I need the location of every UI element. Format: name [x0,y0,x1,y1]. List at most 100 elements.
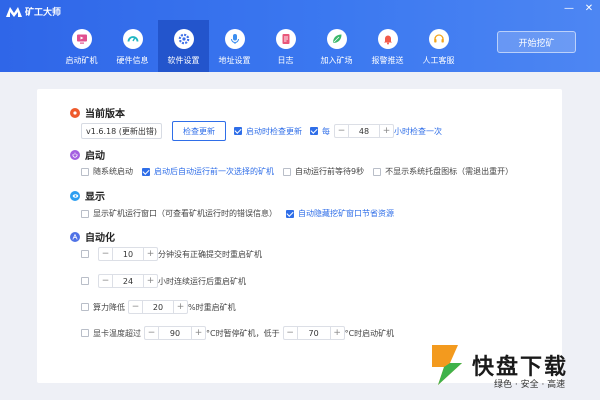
interval-check-checkbox[interactable] [310,127,318,135]
check-interval-stepper[interactable]: − 48 + [334,124,394,138]
start-mining-button[interactable]: 开始挖矿 [497,31,576,53]
watermark: 快盘下载 绿色 · 安全 · 高速 [428,343,600,400]
settings-panel: 当前版本 v1.6.18 (更新出错) 检查更新 启动时检查更新 每 − 48 … [37,89,562,383]
leaf-icon [332,34,341,43]
runtime-hours-stepper[interactable]: − 24 + [98,274,158,288]
app-logo-icon [6,6,22,17]
version-section-icon [70,107,80,118]
autostart-label: 随系统启动 [93,167,133,176]
section-automation-header: 自动化 [70,229,115,244]
increment-button[interactable]: + [379,125,393,137]
nav-software-settings[interactable]: 软件设置 [158,20,209,72]
auto-hide-window-checkbox[interactable] [286,209,294,218]
nav-log[interactable]: 日志 [260,20,311,72]
nav-customer-service[interactable]: 人工客服 [413,20,464,72]
watermark-logo-icon [432,345,462,385]
main-nav: 启动矿机 硬件信息 软件设置 地址设置 日志 加入矿场 报警推送 人工客服 [56,20,464,72]
interval-suffix-label: 小时检查一次 [394,126,442,136]
auto-temperature-row: 显卡温度超过 − 90 + °C时暂停矿机，低于 − 70 + °C时启动矿机 [81,326,394,340]
section-title: 显示 [85,192,105,203]
hashrate-suffix-label: %时重启矿机 [188,302,236,312]
hashrate-prefix-label: 算力降低 [93,302,125,312]
section-title: 当前版本 [85,109,125,120]
bolt-icon [73,110,77,115]
nav-start-miner[interactable]: 启动矿机 [56,20,107,72]
runtime-hours-value[interactable]: 24 [113,277,143,286]
nav-label: 人工客服 [422,56,455,65]
nav-label: 日志 [277,56,294,65]
hide-tray-icon-checkbox[interactable] [373,167,382,176]
increment-button[interactable]: + [329,327,344,339]
auto-check-update-label: 启动时检查更新 [246,126,302,136]
nav-label: 硬件信息 [116,56,149,65]
watermark-slogan: 绿色 · 安全 · 高速 [494,380,566,390]
headset-icon [433,34,444,43]
no-submit-minutes-stepper[interactable]: − 10 + [98,247,158,261]
nav-label: 软件设置 [167,56,200,65]
nav-hardware-info[interactable]: 硬件信息 [107,20,158,72]
restart-no-submit-checkbox[interactable] [81,250,89,258]
monitor-icon [76,34,87,44]
startup-section-icon [70,149,80,160]
startup-options-row: 随系统启动 启动后自动运行前一次选择的矿机 自动运行前等待9秒 不显示系统托盘图… [81,166,513,177]
auto-run-last-miner-checkbox[interactable] [142,167,150,176]
autostart-checkbox[interactable] [81,167,89,176]
microphone-icon [230,34,239,44]
eye-icon [72,193,78,198]
increment-button[interactable]: + [143,248,157,260]
nav-label: 加入矿场 [320,56,353,65]
nav-address-settings[interactable]: 地址设置 [209,20,260,72]
hide-tray-icon-label: 不显示系统托盘图标（需退出重开） [385,167,514,176]
temperature-suffix-label: °C时启动矿机 [344,328,395,338]
no-submit-minutes-value[interactable]: 10 [113,250,143,259]
decrement-button[interactable]: − [145,327,159,339]
check-update-button[interactable]: 检查更新 [172,121,226,141]
auto-restart-runtime-row: − 24 + 小时连续运行后重启矿机 [81,274,246,288]
nav-join-farm[interactable]: 加入矿场 [311,20,362,72]
close-button[interactable]: ✕ [584,4,594,14]
runtime-suffix-label: 小时连续运行后重启矿机 [158,276,246,286]
decrement-button[interactable]: − [99,248,113,260]
show-miner-window-label: 显示矿机运行窗口（可查看矿机运行时的错误信息） [93,209,277,218]
restart-hashrate-checkbox[interactable] [81,303,89,311]
nav-alert-push[interactable]: 报警推送 [362,20,413,72]
auto-restart-hashrate-row: 算力降低 − 20 + %时重启矿机 [81,300,236,314]
auto-run-last-miner-label: 启动后自动运行前一次选择的矿机 [154,167,274,176]
interval-every-label: 每 [322,126,330,136]
app-title: 矿工大师 [25,8,62,18]
auto-hide-window-label: 自动隐藏挖矿窗口节省资源 [298,209,394,218]
temperature-mid-label: °C时暂停矿机，低于 [206,328,280,338]
nav-label: 启动矿机 [65,56,98,65]
temperature-control-checkbox[interactable] [81,329,89,337]
resume-temperature-value[interactable]: 70 [298,329,330,338]
show-miner-window-checkbox[interactable] [81,209,89,218]
section-title: 启动 [85,151,105,162]
check-interval-value[interactable]: 48 [349,127,379,136]
hashrate-drop-stepper[interactable]: − 20 + [128,300,188,314]
power-icon [72,152,78,158]
auto-check-update-checkbox[interactable] [234,127,242,135]
title-bar: 矿工大师 — ✕ 启动矿机 硬件信息 软件设置 地址设置 日志 加入矿场 报警推… [0,0,600,72]
gauge-icon [127,36,138,42]
display-section-icon [70,190,80,201]
version-row: v1.6.18 (更新出错) 检查更新 启动时检查更新 每 − 48 + 小时检… [81,121,442,141]
hashrate-drop-value[interactable]: 20 [143,303,173,312]
wait-before-run-checkbox[interactable] [283,167,291,176]
minimize-button[interactable]: — [564,4,574,14]
restart-runtime-checkbox[interactable] [81,277,89,285]
pause-temperature-value[interactable]: 90 [159,329,191,338]
increment-button[interactable]: + [143,275,157,287]
nav-label: 地址设置 [218,56,251,65]
increment-button[interactable]: + [173,301,187,313]
decrement-button[interactable]: − [129,301,143,313]
decrement-button[interactable]: − [284,327,298,339]
resume-temperature-stepper[interactable]: − 70 + [282,326,345,340]
increment-button[interactable]: + [191,327,205,339]
wait-before-run-label: 自动运行前等待9秒 [295,167,365,176]
bell-icon [383,35,392,45]
decrement-button[interactable]: − [335,125,349,137]
pause-temperature-stepper[interactable]: − 90 + [144,326,206,340]
section-startup-header: 启动 [70,147,105,162]
app-logo: 矿工大师 [6,5,61,18]
decrement-button[interactable]: − [99,275,113,287]
